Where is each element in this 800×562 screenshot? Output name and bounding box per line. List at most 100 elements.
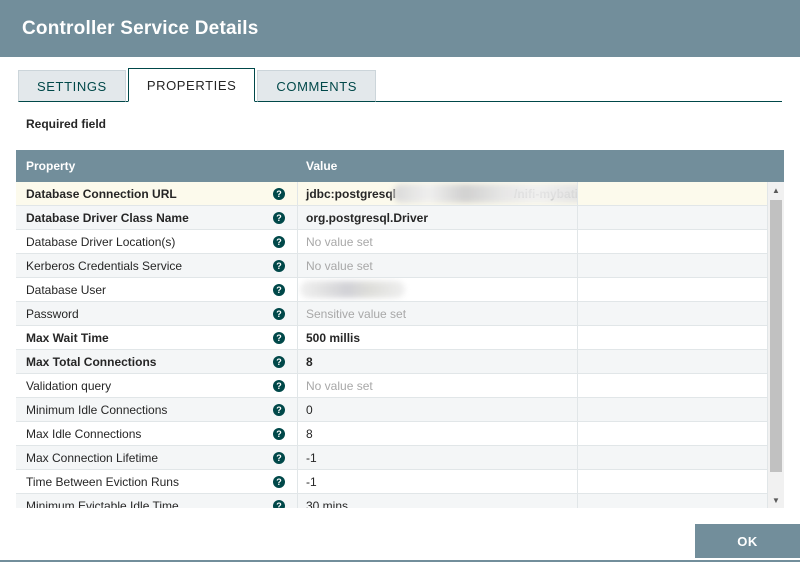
table-row[interactable]: Database Driver Location(s)? No value set	[16, 230, 784, 254]
scrollbar-thumb[interactable]	[770, 200, 782, 472]
value-cell[interactable]: 8	[298, 350, 578, 373]
property-name: Kerberos Credentials Service	[26, 258, 183, 273]
value-cell[interactable]: No value set	[298, 230, 578, 253]
help-icon[interactable]: ?	[273, 427, 285, 440]
table-row[interactable]: Kerberos Credentials Service? No value se…	[16, 254, 784, 278]
row-tail-cell	[578, 326, 784, 349]
tab-strip: SETTINGS PROPERTIES COMMENTS	[0, 57, 800, 102]
property-cell[interactable]: Database Driver Location(s)?	[16, 230, 298, 253]
tab-settings[interactable]: SETTINGS	[18, 70, 126, 102]
help-icon[interactable]: ?	[273, 307, 285, 320]
property-cell[interactable]: Max Connection Lifetime?	[16, 446, 298, 469]
help-icon[interactable]: ?	[273, 283, 285, 296]
table-row[interactable]: Validation query? No value set	[16, 374, 784, 398]
property-cell[interactable]: Max Total Connections?	[16, 350, 298, 373]
property-name: Max Wait Time	[26, 330, 109, 345]
property-value: 8	[306, 354, 313, 369]
required-field-caption: Required field	[26, 117, 107, 131]
help-icon[interactable]: ?	[273, 355, 285, 368]
triangle-up-icon[interactable]: ▲	[768, 182, 784, 198]
property-value: No value set	[306, 234, 373, 249]
property-value: No value set	[306, 378, 373, 393]
property-cell[interactable]: Max Wait Time?	[16, 326, 298, 349]
property-name: Time Between Eviction Runs	[26, 474, 179, 489]
column-header-value: Value	[306, 159, 338, 173]
property-name: Validation query	[26, 378, 112, 393]
value-cell[interactable]: 500 millis	[298, 326, 578, 349]
value-cell[interactable]: 0	[298, 398, 578, 421]
value-cell[interactable]	[298, 278, 578, 301]
property-value: -1	[306, 450, 317, 465]
tab-comments[interactable]: COMMENTS	[257, 70, 377, 102]
table-row[interactable]: Minimum Idle Connections? 0	[16, 398, 784, 422]
table-scrollbar[interactable]: ▲ ▼	[767, 182, 784, 508]
property-cell[interactable]: Database Driver Class Name?	[16, 206, 298, 229]
property-cell[interactable]: Database User?	[16, 278, 298, 301]
row-tail-cell	[578, 350, 784, 373]
help-icon[interactable]: ?	[273, 259, 285, 272]
property-name: Minimum Idle Connections	[26, 402, 168, 417]
property-name: Max Total Connections	[26, 354, 157, 369]
table-row[interactable]: Max Wait Time? 500 millis	[16, 326, 784, 350]
tab-properties[interactable]: PROPERTIES	[127, 68, 256, 102]
row-tail-cell	[578, 278, 784, 301]
property-name: Database Connection URL	[26, 186, 177, 201]
value-cell[interactable]: No value set	[298, 374, 578, 397]
property-name: Database Driver Class Name	[26, 210, 189, 225]
help-icon[interactable]: ?	[273, 331, 285, 344]
value-cell[interactable]: 8	[298, 422, 578, 445]
value-cell[interactable]: Sensitive value set	[298, 302, 578, 325]
table-row[interactable]: Max Idle Connections? 8	[16, 422, 784, 446]
row-tail-cell	[578, 230, 784, 253]
property-value: 500 millis	[306, 330, 361, 345]
table-row[interactable]: Max Connection Lifetime? -1	[16, 446, 784, 470]
property-name: Database Driver Location(s)	[26, 234, 176, 249]
value-cell[interactable]: -1	[298, 470, 578, 493]
row-tail-cell	[578, 302, 784, 325]
property-cell[interactable]: Validation query?	[16, 374, 298, 397]
redacted-value-overlay	[300, 281, 405, 298]
property-cell[interactable]: Database Connection URL?	[16, 182, 298, 205]
row-tail-cell	[578, 374, 784, 397]
dialog-titlebar: Controller Service Details	[0, 0, 800, 57]
value-cell[interactable]: No value set	[298, 254, 578, 277]
dialog-footer: OK	[0, 506, 800, 558]
column-header-property: Property	[26, 159, 76, 173]
help-icon[interactable]: ?	[273, 187, 285, 200]
ok-button[interactable]: OK	[695, 524, 800, 558]
help-icon[interactable]: ?	[273, 211, 285, 224]
property-value: jdbc:postgresql	[306, 186, 397, 201]
controller-service-details-dialog: Controller Service Details SETTINGS PROPE…	[0, 0, 800, 562]
help-icon[interactable]: ?	[273, 235, 285, 248]
property-value: Sensitive value set	[306, 306, 407, 321]
property-cell[interactable]: Max Idle Connections?	[16, 422, 298, 445]
property-value: 8	[306, 426, 313, 441]
table-row[interactable]: Database Driver Class Name? org.postgresq…	[16, 206, 784, 230]
help-icon[interactable]: ?	[273, 379, 285, 392]
property-cell[interactable]: Password?	[16, 302, 298, 325]
table-row[interactable]: Max Total Connections? 8	[16, 350, 784, 374]
property-value: No value set	[306, 258, 373, 273]
property-cell[interactable]: Minimum Idle Connections?	[16, 398, 298, 421]
property-cell[interactable]: Kerberos Credentials Service?	[16, 254, 298, 277]
help-icon[interactable]: ?	[273, 475, 285, 488]
row-tail-cell	[578, 446, 784, 469]
property-cell[interactable]: Time Between Eviction Runs?	[16, 470, 298, 493]
table-row[interactable]: Database User?	[16, 278, 784, 302]
value-cell[interactable]: -1	[298, 446, 578, 469]
table-header-row: Property Value	[16, 150, 784, 182]
redacted-value-overlay	[393, 184, 577, 203]
page-title: Controller Service Details	[22, 17, 259, 39]
table-row[interactable]: Time Between Eviction Runs? -1	[16, 470, 784, 494]
table-body[interactable]: Database Connection URL?jdbc:postgresql/…	[16, 182, 784, 508]
row-tail-cell	[578, 422, 784, 445]
row-tail-cell	[578, 470, 784, 493]
help-icon[interactable]: ?	[273, 403, 285, 416]
property-value: -1	[306, 474, 317, 489]
table-row[interactable]: Password? Sensitive value set	[16, 302, 784, 326]
value-cell[interactable]: org.postgresql.Driver	[298, 206, 578, 229]
row-tail-cell	[578, 398, 784, 421]
help-icon[interactable]: ?	[273, 451, 285, 464]
table-row[interactable]: Database Connection URL?jdbc:postgresql/…	[16, 182, 784, 206]
value-cell[interactable]: jdbc:postgresql/nifi-mybatis	[298, 182, 578, 205]
